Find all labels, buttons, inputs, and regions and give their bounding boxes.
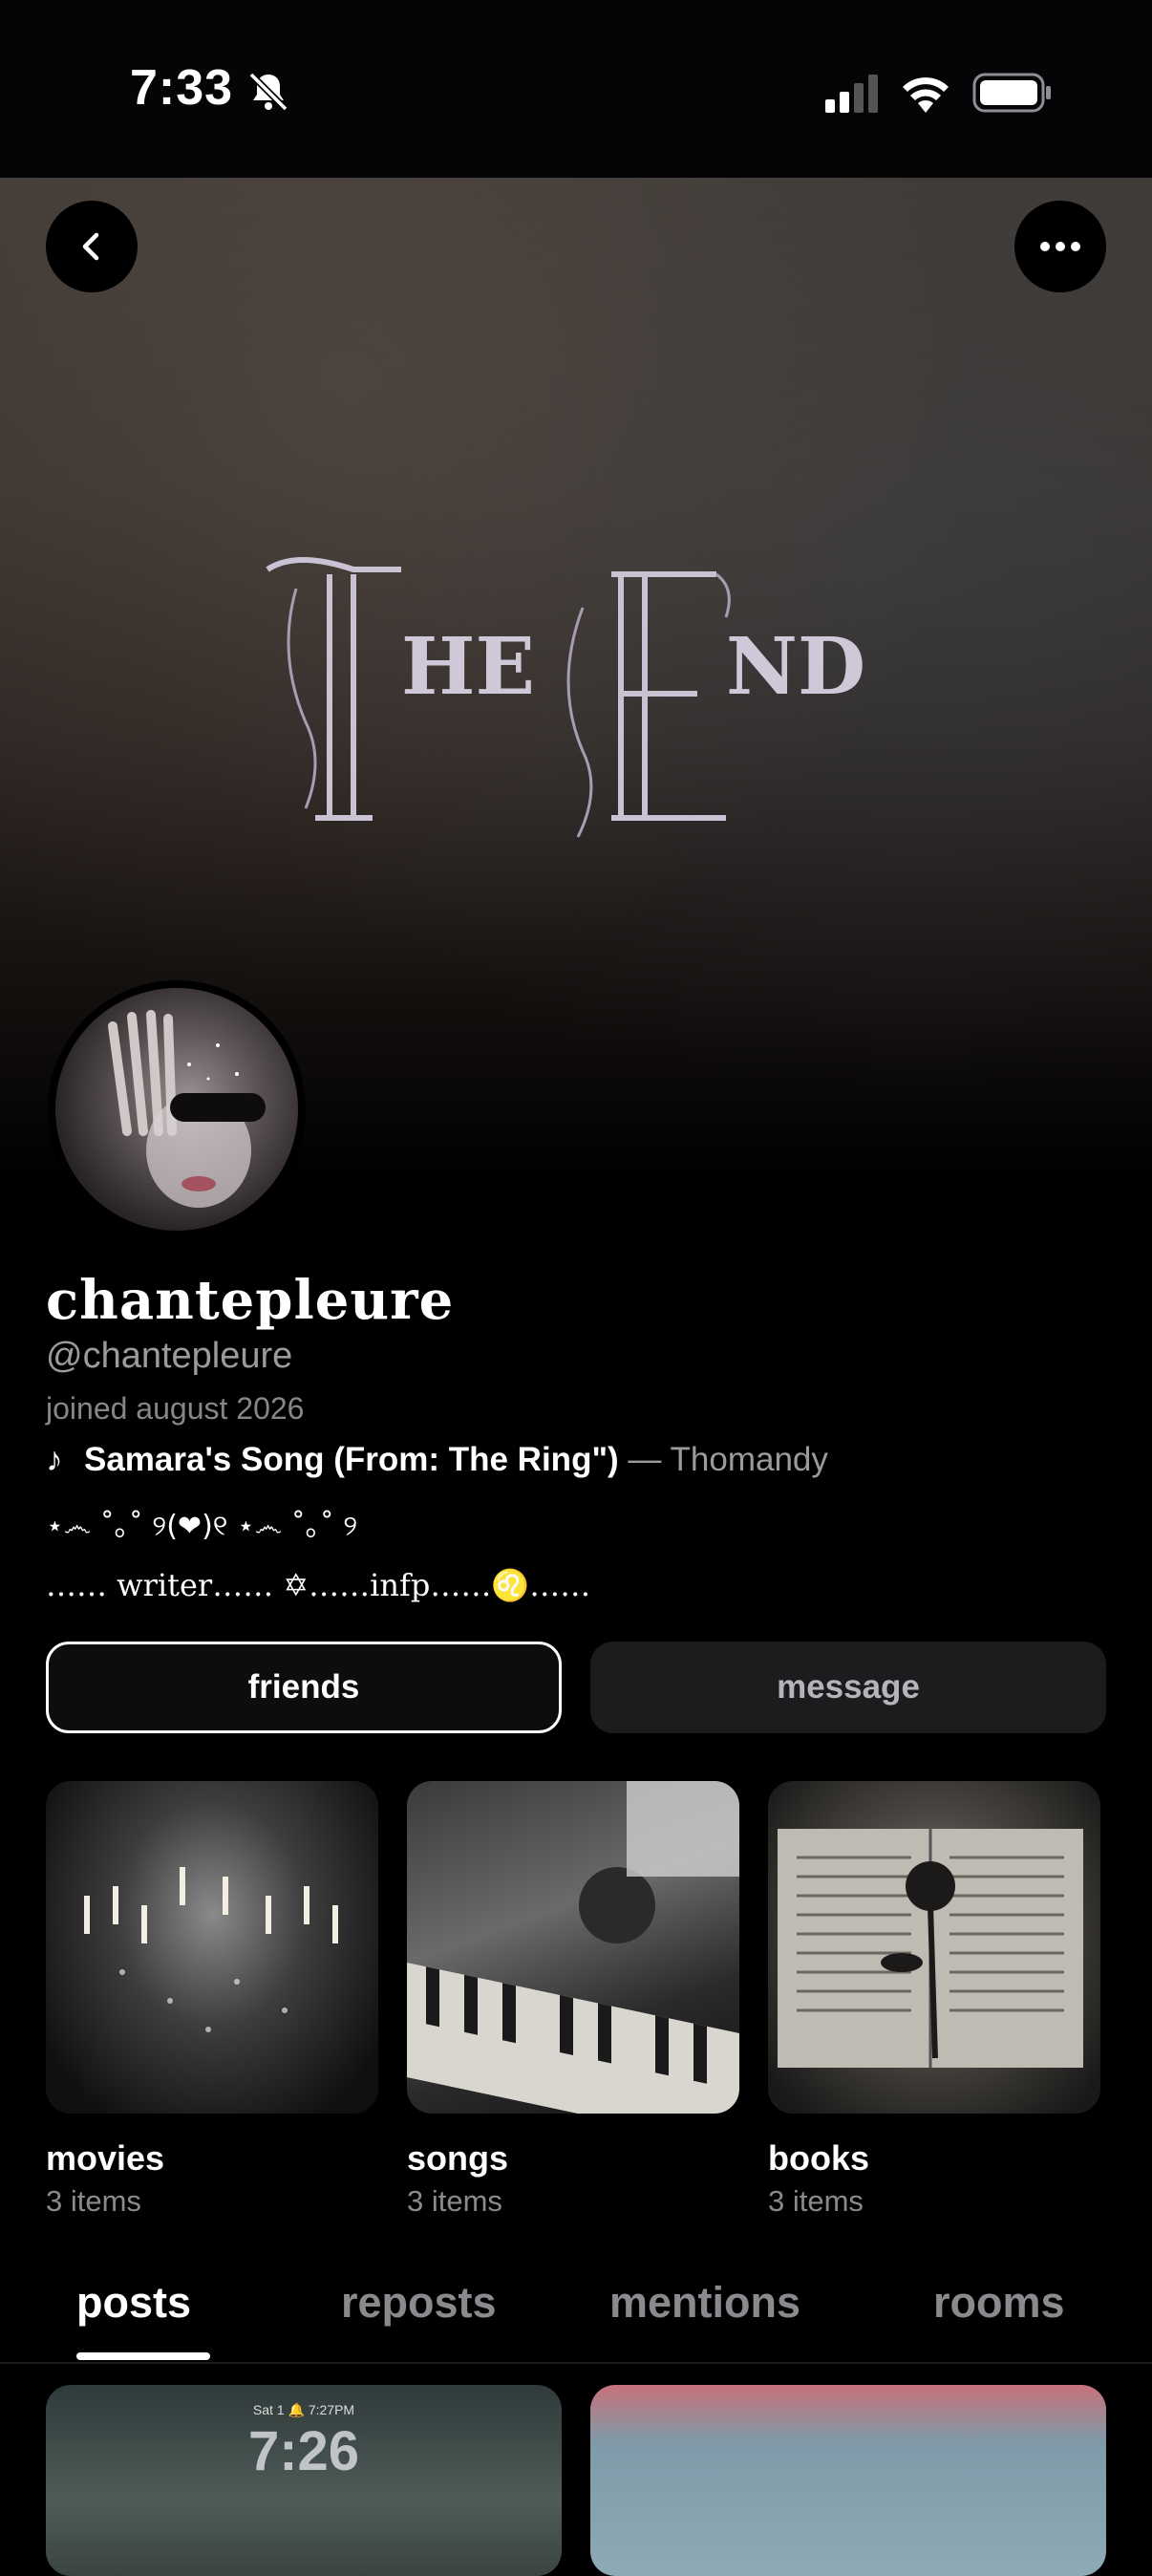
music-note-icon: ♪: [46, 1441, 63, 1478]
post-card[interactable]: Sat 1 🔔 7:27PM 7:26: [46, 2385, 562, 2576]
collection-count: 3 items: [768, 2184, 864, 2218]
bio-text: …… writer…… ✡……infp……♌……: [46, 1567, 591, 1603]
collection-count: 3 items: [407, 2184, 502, 2218]
back-button[interactable]: [46, 201, 138, 292]
post-card[interactable]: [590, 2385, 1106, 2576]
wifi-icon: [903, 77, 949, 113]
collection-books[interactable]: books 3 items: [768, 1781, 1100, 2219]
collection-songs[interactable]: songs 3 items: [407, 1781, 739, 2219]
collection-count: 3 items: [46, 2184, 141, 2218]
collection-title: songs: [407, 2138, 509, 2178]
active-tab-indicator: [76, 2352, 210, 2360]
display-name: chantepleure: [46, 1269, 455, 1332]
battery-icon: [972, 73, 1051, 113]
post-date-text: Sat 1 🔔 7:27PM: [252, 2402, 355, 2417]
tab-posts[interactable]: posts: [76, 2278, 191, 2328]
tab-reposts[interactable]: reposts: [341, 2278, 497, 2328]
collection-movies[interactable]: movies 3 items: [46, 1781, 378, 2219]
avatar-image: [55, 988, 298, 1231]
status-bar: 7:33: [0, 0, 1152, 178]
tab-divider: [0, 2362, 1152, 2364]
ellipsis-icon: [1040, 242, 1080, 251]
cellular-signal-icon: [825, 75, 878, 113]
profile-song[interactable]: ♪ Samara's Song (From: The Ring") — Thoma…: [46, 1441, 828, 1479]
status-time: 7:33: [130, 60, 234, 116]
chevron-left-icon: [82, 232, 99, 261]
post-time-text: 7:26: [247, 2420, 360, 2482]
username-handle: @chantepleure: [46, 1336, 293, 1376]
collection-thumbnail: [407, 1781, 739, 2114]
bio-decoration: ⋆෴ ˚｡˚ ୨(❤)୧ ⋆෴ ˚｡˚ ୨: [46, 1510, 358, 1543]
bell-off-icon: [248, 72, 288, 112]
avatar[interactable]: [48, 980, 306, 1238]
svg-text:ND: ND: [726, 621, 865, 713]
friends-button[interactable]: friends: [46, 1642, 562, 1733]
collection-title: movies: [46, 2138, 165, 2178]
joined-date: joined august 2026: [46, 1391, 305, 1426]
collection-title: books: [768, 2138, 870, 2178]
svg-text:HE: HE: [401, 621, 535, 713]
message-button[interactable]: message: [590, 1642, 1106, 1733]
banner-artwork: HE ND: [266, 557, 865, 838]
more-options-button[interactable]: [1014, 201, 1106, 292]
tab-rooms[interactable]: rooms: [933, 2278, 1065, 2328]
song-artist: — Thomandy: [618, 1441, 828, 1478]
tab-mentions[interactable]: mentions: [609, 2278, 800, 2328]
collection-thumbnail: [46, 1781, 378, 2114]
song-title: Samara's Song (From: The Ring"): [84, 1441, 619, 1478]
collection-thumbnail: [768, 1781, 1100, 2114]
